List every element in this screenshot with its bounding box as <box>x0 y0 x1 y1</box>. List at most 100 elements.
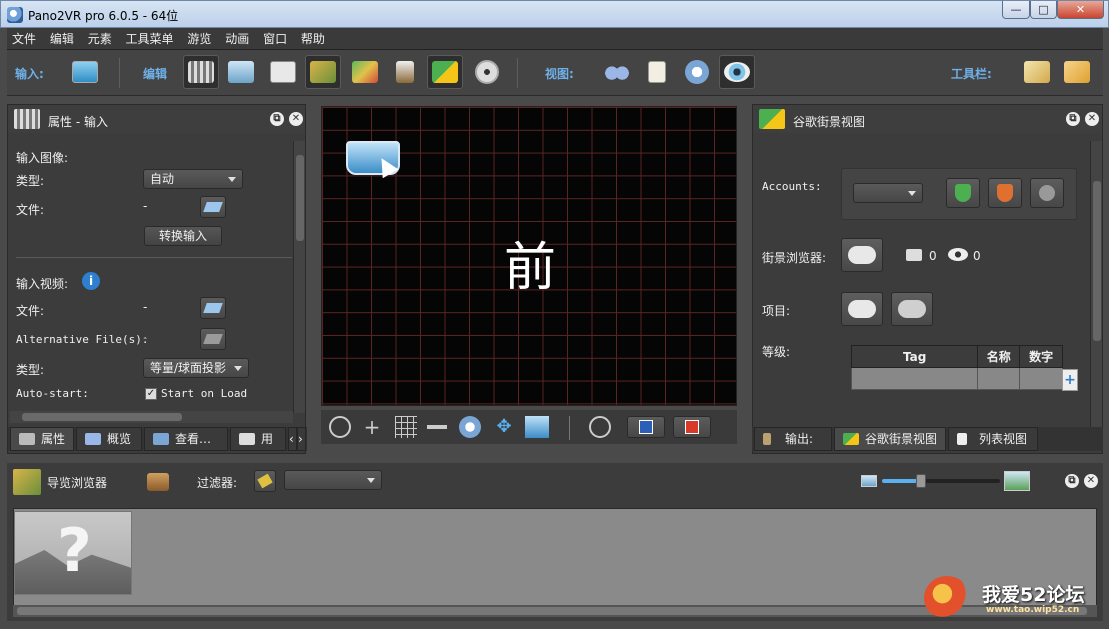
view-label: 视图: <box>545 67 574 81</box>
video-type-select[interactable]: 等量/球面投影 <box>143 358 249 378</box>
binoculars-icon <box>604 61 630 83</box>
video-file-label: 文件: <box>16 304 45 318</box>
alt-files-value: - <box>143 331 148 345</box>
column-tag: Tag <box>850 345 979 368</box>
upload-batch-button[interactable] <box>891 292 933 326</box>
menu-tools[interactable]: 工具菜单 <box>121 28 179 50</box>
hotspot-line-icon[interactable] <box>427 425 447 429</box>
compass-tool-icon[interactable] <box>329 416 351 438</box>
browse-file-button[interactable] <box>200 196 226 218</box>
add-level-button[interactable]: + <box>1062 369 1078 391</box>
close-panel-icon[interactable]: ✕ <box>1085 112 1099 126</box>
close-panel-icon[interactable]: ✕ <box>1084 474 1098 488</box>
user-filter-icon[interactable] <box>147 473 169 491</box>
crosshair-plus-icon[interactable]: + <box>361 416 383 438</box>
maximize-button[interactable]: □ <box>1030 1 1057 19</box>
missing-panorama-thumbnail[interactable]: ? <box>14 511 132 595</box>
tour-browser-button[interactable] <box>305 55 341 89</box>
float-panel-icon[interactable]: ⧉ <box>1065 474 1079 488</box>
view-cone-icon[interactable] <box>459 416 481 438</box>
info-icon[interactable]: i <box>82 272 100 290</box>
red-color-picker[interactable] <box>673 416 711 438</box>
properties-tool-button[interactable] <box>183 55 219 89</box>
street-browser-button[interactable] <box>841 238 883 272</box>
slider-handle[interactable] <box>916 474 926 488</box>
menu-file[interactable]: 文件 <box>7 28 41 50</box>
tab-view[interactable]: 查看… <box>144 427 228 451</box>
report-button[interactable] <box>639 55 675 89</box>
edit-label: 编辑 <box>143 67 168 81</box>
signpost-icon <box>396 61 414 83</box>
type-select[interactable]: 自动 <box>143 169 243 189</box>
table-row[interactable] <box>850 367 1063 390</box>
object-editor-button[interactable] <box>1059 55 1095 89</box>
close-window-button[interactable]: ✕ <box>1057 1 1104 19</box>
tab-list-view[interactable]: 列表视图 <box>948 427 1038 451</box>
tab-scroll-left[interactable]: ‹ <box>288 427 297 451</box>
move-arrows-icon[interactable]: ✥ <box>493 416 515 438</box>
browse-video-button[interactable] <box>200 297 226 319</box>
target-icon[interactable] <box>589 416 611 438</box>
menu-tour[interactable]: 游览 <box>182 28 216 50</box>
minimize-button[interactable]: — <box>1002 1 1030 19</box>
folded-map-icon <box>352 61 378 83</box>
convert-input-button[interactable]: 转换输入 <box>144 226 222 246</box>
window-title: Pano2VR pro 6.0.5 - 64位 <box>28 9 179 23</box>
menu-window[interactable]: 窗口 <box>258 28 292 50</box>
clipboard-icon <box>957 433 967 445</box>
preview-button[interactable] <box>719 55 755 89</box>
panorama-view-icon[interactable] <box>525 416 549 438</box>
tab-scroll-right[interactable]: › <box>297 427 306 451</box>
blue-color-picker[interactable] <box>627 416 665 438</box>
skin-editor-button[interactable] <box>1019 55 1055 89</box>
thumbnail-size-slider[interactable] <box>882 474 1000 488</box>
add-account-button[interactable] <box>946 178 980 208</box>
close-panel-icon[interactable]: ✕ <box>289 112 303 126</box>
tab-user[interactable]: 用 <box>230 427 286 451</box>
file-value: - <box>143 199 148 213</box>
properties-vscroll[interactable] <box>293 141 305 413</box>
add-panorama-icon <box>72 61 98 83</box>
float-panel-icon[interactable]: ⧉ <box>1066 112 1080 126</box>
tab-overview[interactable]: 概览 <box>76 427 142 451</box>
properties-hscroll[interactable] <box>10 411 293 423</box>
map-button[interactable] <box>347 55 383 89</box>
accounts-select[interactable] <box>853 183 923 203</box>
open-folder-icon <box>203 303 223 313</box>
google-street-view-button[interactable] <box>427 55 463 89</box>
menu-elements[interactable]: 元素 <box>83 28 117 50</box>
filter-select[interactable] <box>284 470 382 490</box>
street-view-vscroll[interactable] <box>1090 141 1102 427</box>
user-data-button[interactable] <box>265 55 301 89</box>
menu-help[interactable]: 帮助 <box>296 28 330 50</box>
remove-account-button[interactable] <box>988 178 1022 208</box>
cube-face-label: 前 <box>504 238 557 298</box>
tab-google-street-view[interactable]: 谷歌街景视图 <box>834 427 946 451</box>
directory-button[interactable] <box>387 55 423 89</box>
grid-tool-icon[interactable] <box>395 416 417 438</box>
street-view-header: 谷歌街景视图 ⧉ ✕ <box>753 105 1102 133</box>
add-input-button[interactable] <box>67 55 103 89</box>
menu-animation[interactable]: 动画 <box>220 28 254 50</box>
properties-title: 属性 - 输入 <box>48 115 108 129</box>
upload-button[interactable] <box>841 292 883 326</box>
tab-output[interactable]: 输出: <box>754 427 832 451</box>
filter-tag-button[interactable] <box>254 470 276 492</box>
viewing-parameters-button[interactable] <box>223 55 259 89</box>
tab-properties[interactable]: 属性 <box>10 427 74 451</box>
float-panel-icon[interactable]: ⧉ <box>270 112 284 126</box>
binoculars-icon <box>85 433 101 445</box>
menu-edit[interactable]: 编辑 <box>45 28 79 50</box>
animation-button[interactable] <box>469 55 505 89</box>
browse-alt-files-button[interactable] <box>200 328 226 350</box>
file-label: 文件: <box>16 203 45 217</box>
video-file-value: - <box>143 300 148 314</box>
properties-tabs: 属性 概览 查看… 用 ‹ › <box>8 427 307 451</box>
compass-view-button[interactable] <box>679 55 715 89</box>
account-settings-button[interactable] <box>1030 178 1064 208</box>
eye-panorama-icon <box>228 61 254 83</box>
viewer-button[interactable] <box>599 55 635 89</box>
panorama-viewer[interactable]: 前 <box>321 106 737 406</box>
question-mark-icon: ? <box>57 516 92 586</box>
autostart-checkbox[interactable]: ✓ <box>145 388 157 400</box>
